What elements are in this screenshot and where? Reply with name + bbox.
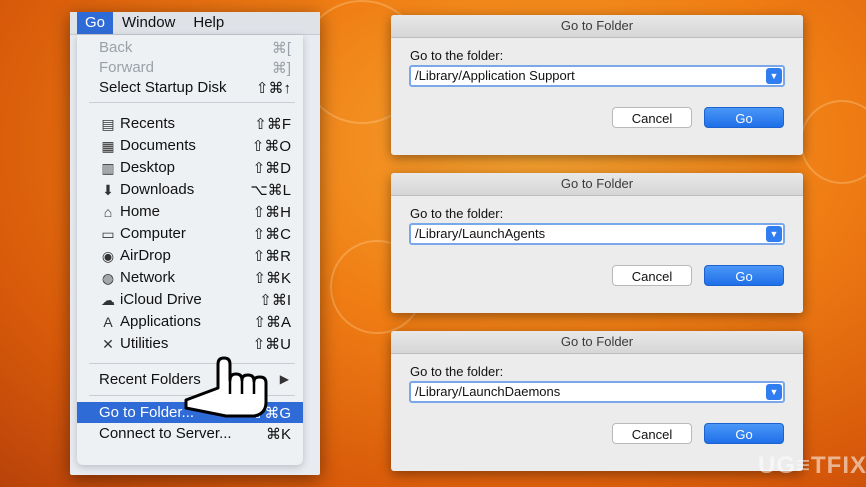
folder-label: Go to the folder: xyxy=(410,364,504,379)
menu-item-back: Back ⌘[ xyxy=(77,37,303,58)
ugetfix-watermark: UG≡TFIX xyxy=(758,452,866,479)
menu-item-label: Documents xyxy=(120,137,196,154)
go-to-folder-dialog: Go to Folder Go to the folder: /Library/La… xyxy=(391,173,803,313)
menubar-help[interactable]: Help xyxy=(184,12,233,34)
hand-pointer-icon xyxy=(184,356,268,418)
menubar-go[interactable]: Go xyxy=(77,12,114,34)
menu-item-shortcut: ⇧⌘H xyxy=(252,204,291,221)
chevron-down-icon[interactable]: ▼ xyxy=(766,384,782,400)
icloud-icon: ☁ xyxy=(101,292,115,308)
folder-label: Go to the folder: xyxy=(410,206,504,221)
menu-item-shortcut: ⇧⌘↑ xyxy=(255,80,291,97)
chevron-down-icon[interactable]: ▼ xyxy=(766,226,782,242)
menu-item-label: Downloads xyxy=(120,181,195,198)
applications-icon: A xyxy=(103,314,113,330)
menu-item-label: Desktop xyxy=(120,159,176,176)
menu-item-home[interactable]: ⌂ Home ⇧⌘H xyxy=(77,201,303,222)
menu-item-select-startup-disk[interactable]: Select Startup Disk ⇧⌘↑ xyxy=(77,77,303,98)
menu-item-shortcut: ⌘] xyxy=(271,60,291,77)
menu-separator xyxy=(89,102,295,103)
menu-item-documents[interactable]: ▦ Documents ⇧⌘O xyxy=(77,135,303,156)
menu-item-label: Forward xyxy=(99,59,155,76)
submenu-arrow-icon: ▶ xyxy=(279,372,289,386)
dialog-title: Go to Folder xyxy=(391,331,803,354)
menu-item-connect-to-server[interactable]: Connect to Server... ⌘K xyxy=(77,423,303,444)
menu-item-label: Back xyxy=(99,39,133,56)
recents-icon: ▤ xyxy=(101,116,115,132)
desktop-icon: ▥ xyxy=(101,160,115,176)
menu-item-label: Home xyxy=(120,203,161,220)
menu-item-label: Network xyxy=(120,269,176,286)
go-button[interactable]: Go xyxy=(704,265,784,286)
menubar-window[interactable]: Window xyxy=(113,12,184,34)
menu-item-recents[interactable]: ▤ Recents ⇧⌘F xyxy=(77,113,303,134)
menu-item-airdrop[interactable]: ◉ AirDrop ⇧⌘R xyxy=(77,245,303,266)
menu-item-desktop[interactable]: ▥ Desktop ⇧⌘D xyxy=(77,157,303,178)
chevron-down-icon[interactable]: ▼ xyxy=(766,68,782,84)
menu-item-computer[interactable]: ▭ Computer ⇧⌘C xyxy=(77,223,303,244)
go-to-folder-dialog: Go to Folder Go to the folder: /Library/La… xyxy=(391,331,803,471)
menu-bar: Go Window Help xyxy=(70,12,320,35)
menu-item-shortcut: ⌘[ xyxy=(271,40,291,57)
go-button[interactable]: Go xyxy=(704,423,784,444)
folder-path-value: /Library/Application Support xyxy=(415,68,575,83)
dialog-title: Go to Folder xyxy=(391,15,803,38)
menu-item-label: Connect to Server... xyxy=(99,425,232,442)
menu-item-label: iCloud Drive xyxy=(120,291,202,308)
menu-item-network[interactable]: ◍ Network ⇧⌘K xyxy=(77,267,303,288)
dialog-title: Go to Folder xyxy=(391,173,803,196)
menu-item-shortcut: ⇧⌘D xyxy=(252,160,291,177)
menu-item-shortcut: ⇧⌘K xyxy=(253,270,291,287)
menu-item-shortcut: ⇧⌘O xyxy=(251,138,291,155)
network-icon: ◍ xyxy=(101,270,115,286)
go-button[interactable]: Go xyxy=(704,107,784,128)
go-to-folder-dialog: Go to Folder Go to the folder: /Library/Ap… xyxy=(391,15,803,155)
menu-item-shortcut: ⌘K xyxy=(265,426,291,443)
computer-icon: ▭ xyxy=(101,226,115,242)
menu-item-label: Select Startup Disk xyxy=(99,79,227,96)
menu-item-label: Computer xyxy=(120,225,186,242)
background-swirl xyxy=(800,100,866,184)
menu-item-shortcut: ⇧⌘C xyxy=(252,226,291,243)
menu-item-forward: Forward ⌘] xyxy=(77,57,303,78)
menu-item-shortcut: ⇧⌘F xyxy=(254,116,291,133)
menu-item-shortcut: ⇧⌘A xyxy=(253,314,291,331)
utilities-icon: ✕ xyxy=(102,336,114,352)
documents-icon: ▦ xyxy=(101,138,115,154)
cancel-button[interactable]: Cancel xyxy=(612,107,692,128)
menu-item-icloud-drive[interactable]: ☁ iCloud Drive ⇧⌘I xyxy=(77,289,303,310)
folder-path-value: /Library/LaunchAgents xyxy=(415,226,546,241)
folder-label: Go to the folder: xyxy=(410,48,504,63)
menu-item-shortcut: ⇧⌘I xyxy=(259,292,291,309)
menu-item-label: Utilities xyxy=(120,335,169,352)
menu-item-downloads[interactable]: ⬇ Downloads ⌥⌘L xyxy=(77,179,303,200)
folder-path-input[interactable]: /Library/LaunchDaemons ▼ xyxy=(409,381,785,403)
menu-item-label: AirDrop xyxy=(120,247,171,264)
folder-path-input[interactable]: /Library/LaunchAgents ▼ xyxy=(409,223,785,245)
menu-item-shortcut: ⌥⌘L xyxy=(250,182,291,199)
downloads-icon: ⬇ xyxy=(102,182,114,198)
cancel-button[interactable]: Cancel xyxy=(612,265,692,286)
folder-path-value: /Library/LaunchDaemons xyxy=(415,384,561,399)
cancel-button[interactable]: Cancel xyxy=(612,423,692,444)
menu-item-shortcut: ⇧⌘R xyxy=(252,248,291,265)
home-icon: ⌂ xyxy=(103,204,113,220)
folder-path-input[interactable]: /Library/Application Support ▼ xyxy=(409,65,785,87)
menu-item-label: Applications xyxy=(120,313,201,330)
menu-item-applications[interactable]: A Applications ⇧⌘A xyxy=(77,311,303,332)
airdrop-icon: ◉ xyxy=(101,248,115,264)
menu-item-label: Recents xyxy=(120,115,176,132)
